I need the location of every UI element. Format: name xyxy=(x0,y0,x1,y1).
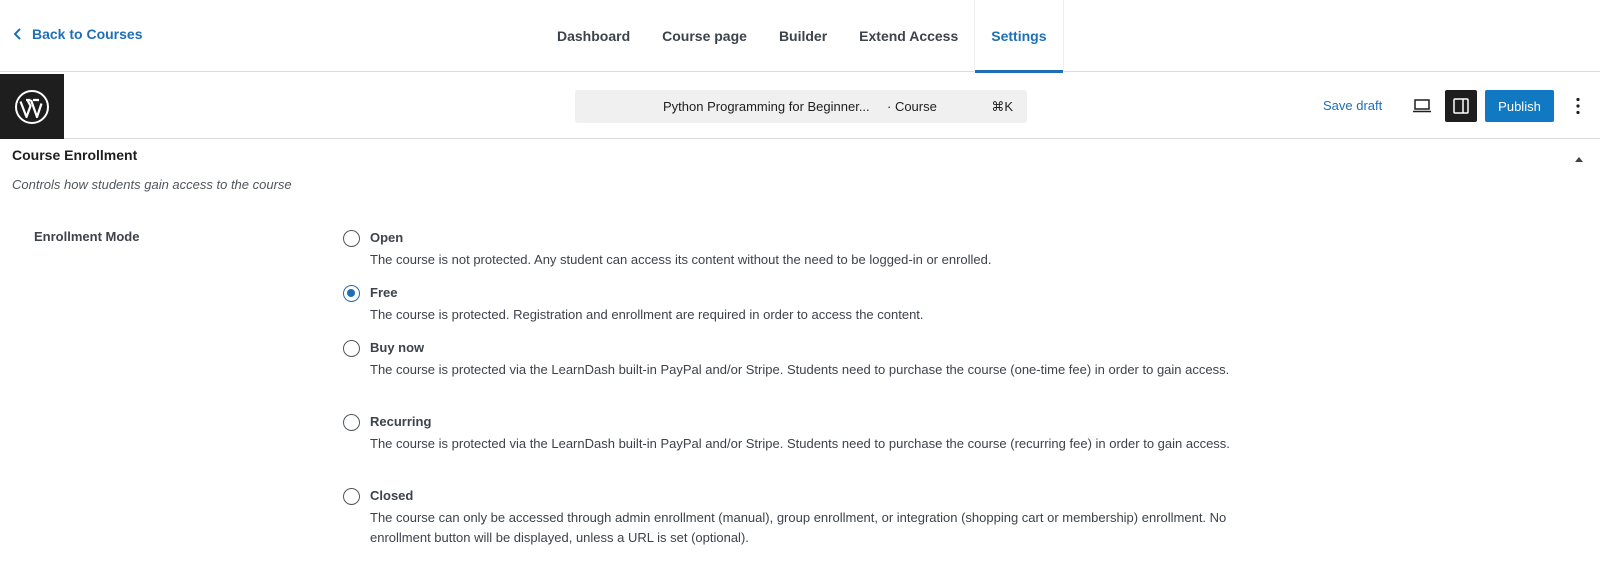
tab-builder[interactable]: Builder xyxy=(763,0,843,72)
save-draft-button[interactable]: Save draft xyxy=(1323,98,1382,113)
tab-extend-access[interactable]: Extend Access xyxy=(843,0,974,72)
top-navigation: Back to Courses Dashboard Course page Bu… xyxy=(0,0,1600,73)
document-title-bar[interactable]: Python Programming for Beginner... · Cou… xyxy=(575,90,1027,123)
option-description: The course is protected via the LearnDas… xyxy=(370,362,1230,377)
radio-recurring[interactable] xyxy=(343,414,360,431)
option-label: Buy now xyxy=(370,340,425,355)
radio-buy-now[interactable] xyxy=(343,340,360,357)
document-type: · Course xyxy=(887,99,937,114)
back-to-courses-link[interactable]: Back to Courses xyxy=(12,26,142,42)
editor-header: Python Programming for Beginner... · Cou… xyxy=(0,74,1600,139)
section-title: Course Enrollment xyxy=(12,147,138,163)
settings-sidebar-toggle[interactable] xyxy=(1445,90,1477,122)
section-description: Controls how students gain access to the… xyxy=(12,177,292,192)
option-label: Recurring xyxy=(370,414,432,429)
publish-button[interactable]: Publish xyxy=(1485,90,1554,122)
option-description: The course is protected via the LearnDas… xyxy=(370,436,1230,451)
chevron-up-icon[interactable] xyxy=(1574,155,1584,163)
document-title: Python Programming for Beginner... xyxy=(663,99,870,114)
tab-course-page[interactable]: Course page xyxy=(646,0,763,72)
more-vertical-icon xyxy=(1576,97,1580,115)
command-shortcut: ⌘K xyxy=(991,99,1013,114)
option-label: Closed xyxy=(370,488,414,503)
option-description: The course is not protected. Any student… xyxy=(370,252,992,267)
option-label: Free xyxy=(370,285,398,300)
radio-closed[interactable] xyxy=(343,488,360,505)
option-description: The course is protected. Registration an… xyxy=(370,307,924,322)
more-options-button[interactable] xyxy=(1566,90,1590,122)
option-description: The course can only be accessed through … xyxy=(370,510,1227,545)
enrollment-mode-label: Enrollment Mode xyxy=(34,229,140,244)
sidebar-toggle-icon xyxy=(1453,98,1469,114)
radio-open[interactable] xyxy=(343,230,360,247)
desktop-view-button[interactable] xyxy=(1406,90,1438,122)
chevron-left-icon xyxy=(13,28,21,40)
radio-free[interactable] xyxy=(343,285,360,302)
wordpress-logo[interactable] xyxy=(0,74,64,139)
tab-dashboard[interactable]: Dashboard xyxy=(541,0,646,72)
course-tabs: Dashboard Course page Builder Extend Acc… xyxy=(541,0,1064,73)
desktop-view-icon xyxy=(1413,99,1431,113)
back-to-courses-label: Back to Courses xyxy=(32,26,143,42)
wordpress-icon xyxy=(15,89,49,124)
option-label: Open xyxy=(370,230,404,245)
tab-settings[interactable]: Settings xyxy=(974,0,1064,73)
